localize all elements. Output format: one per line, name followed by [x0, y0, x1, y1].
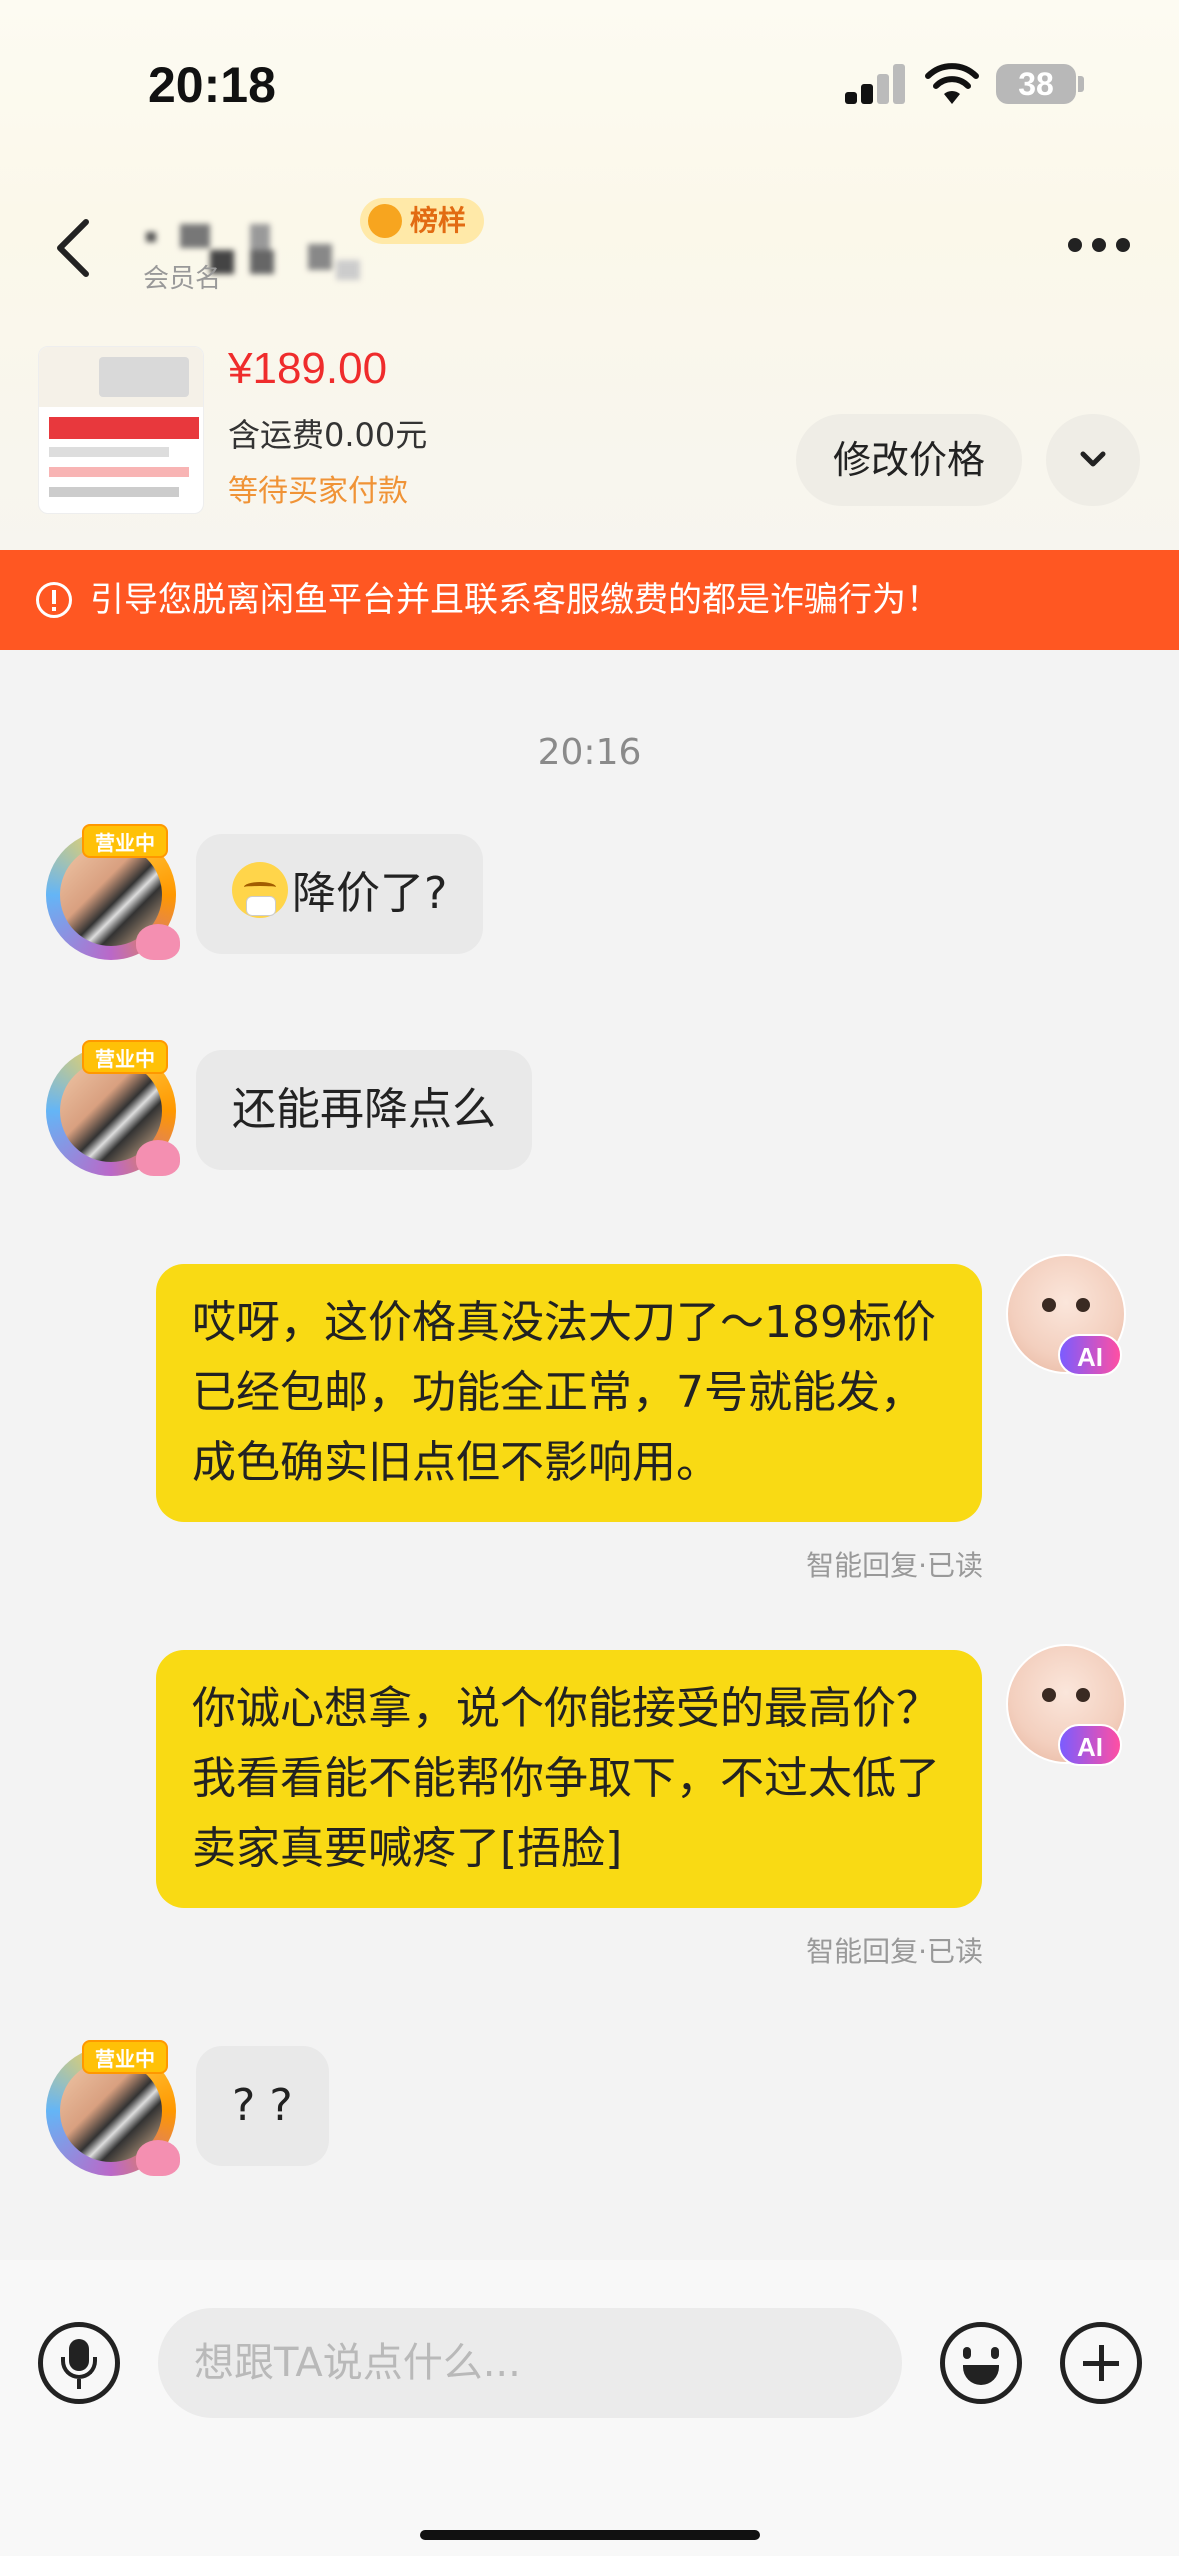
avatar-status-tag: 营业中 [82, 1040, 168, 1074]
status-time: 20:18 [148, 57, 276, 113]
ai-badge: AI [1058, 1724, 1122, 1766]
message-text: 还能再降点么 [232, 1084, 496, 1135]
signal-icon [845, 62, 907, 104]
message-text: 降价了? [292, 868, 448, 919]
octopus-decoration-icon [136, 1140, 180, 1176]
face-emoji-icon [232, 862, 288, 918]
seller-avatar[interactable]: AI [1006, 1644, 1130, 1768]
message-text: ? ? [232, 2080, 293, 2131]
message-bubble-right[interactable]: 哎呀，这价格真没法大刀了～189标价已经包邮，功能全正常，7号就能发，成色确实旧… [156, 1264, 982, 1522]
back-icon[interactable] [50, 216, 96, 280]
avatar-status-tag: 营业中 [82, 2040, 168, 2074]
read-receipt: 智能回复·已读 [806, 1935, 983, 1968]
edit-price-button[interactable]: 修改价格 [796, 414, 1022, 506]
buyer-avatar[interactable]: 营业中 [40, 820, 184, 964]
message-bubble-left[interactable]: 还能再降点么 [196, 1050, 532, 1170]
chevron-down-icon [1080, 451, 1106, 467]
plus-icon[interactable] [1060, 2322, 1142, 2404]
chat-header: 榜样 会员名 [0, 190, 1179, 300]
buyer-avatar[interactable]: 营业中 [40, 2036, 184, 2180]
mic-icon[interactable] [38, 2322, 120, 2404]
message-timestamp: 20:16 [537, 732, 642, 773]
expand-button[interactable] [1046, 414, 1140, 506]
shipping-fee: 含运费0.00元 [228, 416, 428, 454]
warning-icon [36, 582, 72, 618]
home-indicator[interactable] [420, 2530, 760, 2540]
order-status: 等待买家付款 [228, 474, 408, 509]
member-label: 会员名 [143, 264, 222, 294]
battery-tip [1078, 76, 1084, 92]
wifi-icon [925, 63, 979, 104]
message-text: 你诚心想拿，说个你能接受的最高价？我看看能不能帮你争取下，不过太低了卖家真要喊疼… [192, 1683, 940, 1874]
ai-badge: AI [1058, 1334, 1122, 1376]
chat-messages[interactable]: 20:16 营业中 降价了? 营业中 还能再降点么 哎呀，这价格真没法大刀了～1… [0, 650, 1179, 2260]
fraud-warning-banner: 引导您脱离闲鱼平台并且联系客服缴费的都是诈骗行为！ [0, 550, 1179, 650]
product-thumbnail[interactable] [38, 346, 204, 514]
message-text: 哎呀，这价格真没法大刀了～189标价已经包邮，功能全正常，7号就能发，成色确实旧… [192, 1297, 936, 1488]
message-bubble-left[interactable]: ? ? [196, 2046, 329, 2166]
octopus-decoration-icon [136, 924, 180, 960]
product-price: ¥189.00 [228, 344, 388, 393]
buyer-avatar[interactable]: 营业中 [40, 1036, 184, 1180]
avatar-status-tag: 营业中 [82, 824, 168, 858]
message-input-bar [0, 2260, 1179, 2556]
badge-medal-icon [368, 204, 402, 238]
emoji-icon[interactable] [940, 2322, 1022, 2404]
octopus-decoration-icon [136, 2140, 180, 2176]
badge-label: 榜样 [410, 204, 467, 237]
read-receipt: 智能回复·已读 [806, 1549, 983, 1582]
more-icon[interactable] [1068, 238, 1132, 254]
message-bubble-right[interactable]: 你诚心想拿，说个你能接受的最高价？我看看能不能帮你争取下，不过太低了卖家真要喊疼… [156, 1650, 982, 1908]
message-input[interactable] [158, 2308, 902, 2418]
seller-avatar[interactable]: AI [1006, 1254, 1130, 1378]
battery-indicator: 38 [996, 64, 1076, 104]
message-bubble-left[interactable]: 降价了? [196, 834, 484, 954]
warning-text: 引导您脱离闲鱼平台并且联系客服缴费的都是诈骗行为！ [90, 580, 940, 620]
product-card[interactable]: ¥189.00 含运费0.00元 等待买家付款 修改价格 [0, 340, 1179, 520]
status-bar: 20:18 38 [0, 0, 1179, 150]
seller-badge: 榜样 [360, 198, 485, 244]
